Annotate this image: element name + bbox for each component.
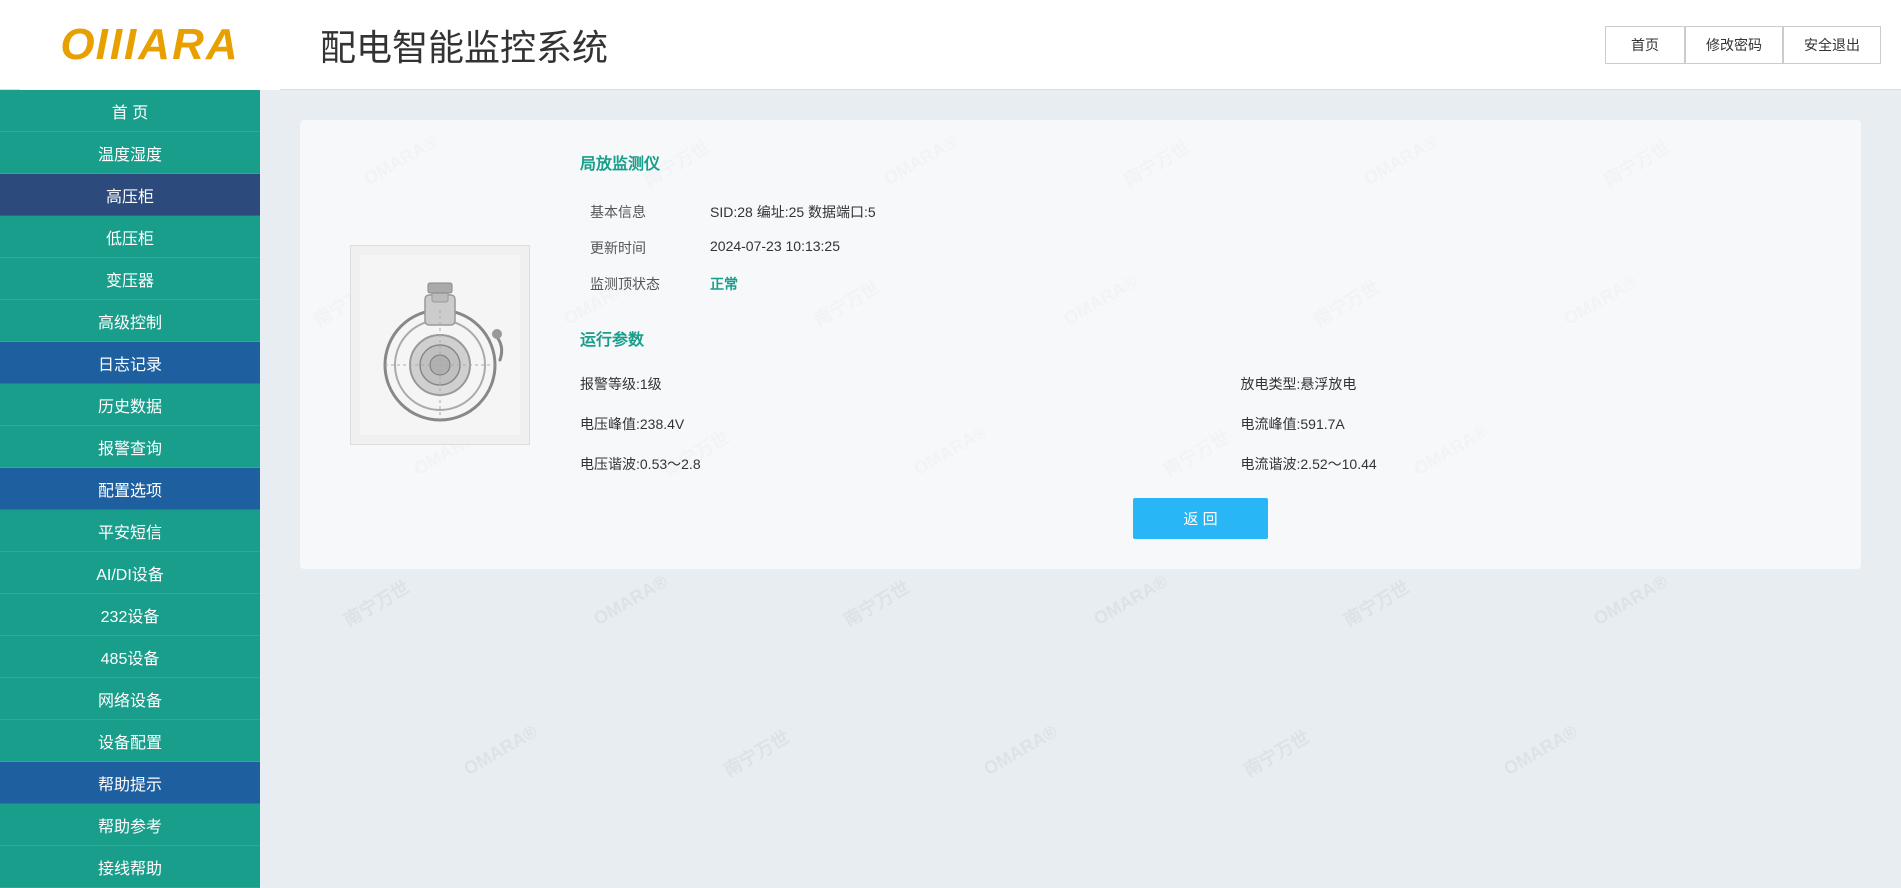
sidebar-item-history-data[interactable]: 历史数据 xyxy=(0,384,260,426)
sidebar-item-lv-cabinet[interactable]: 低压柜 xyxy=(0,216,260,258)
body-container: 首 页 温度湿度 高压柜 低压柜 变压器 高级控制 日志记录 历史数据 报警查询… xyxy=(0,90,1901,888)
header-buttons: 首页 修改密码 安全退出 xyxy=(1605,26,1881,64)
basic-info-value: SID:28 编址:25 数据端口:5 xyxy=(700,194,1821,230)
sidebar-item-device-config[interactable]: 设备配置 xyxy=(0,720,260,762)
sidebar-item-home[interactable]: 首 页 xyxy=(0,90,260,132)
basic-info-row: 基本信息 SID:28 编址:25 数据端口:5 xyxy=(580,194,1821,230)
param-current-peak: 电流峰值:591.7A xyxy=(1241,410,1822,438)
sidebar-item-network-device[interactable]: 网络设备 xyxy=(0,678,260,720)
home-button[interactable]: 首页 xyxy=(1605,26,1685,64)
update-time-row: 更新时间 2024-07-23 10:13:25 xyxy=(580,230,1821,266)
monitor-status-row: 监测顶状态 正常 xyxy=(580,266,1821,302)
status-badge: 正常 xyxy=(710,276,738,292)
logout-button[interactable]: 安全退出 xyxy=(1783,26,1881,64)
sidebar-item-help-tips[interactable]: 帮助提示 xyxy=(0,762,260,804)
basic-info-table: 基本信息 SID:28 编址:25 数据端口:5 更新时间 2024-07-23… xyxy=(580,194,1821,302)
params-section: 运行参数 报警等级:1级 放电类型:悬浮放电 电压峰值:238.4V 电流峰值:… xyxy=(580,326,1821,478)
device-section-title: 局放监测仪 xyxy=(580,150,1821,178)
sidebar-item-rs232-device[interactable]: 232设备 xyxy=(0,594,260,636)
param-voltage-peak: 电压峰值:238.4V xyxy=(580,410,1161,438)
update-time-value: 2024-07-23 10:13:25 xyxy=(700,230,1821,266)
page-title: 配电智能监控系统 xyxy=(280,19,1605,71)
sidebar-item-aidi-device[interactable]: AI/DI设备 xyxy=(0,552,260,594)
back-button[interactable]: 返 回 xyxy=(1133,498,1267,539)
sidebar-item-wiring-help[interactable]: 接线帮助 xyxy=(0,846,260,888)
param-voltage-harmonic: 电压谐波:0.53～2.8 xyxy=(580,450,1161,478)
sidebar-item-advanced-control[interactable]: 高级控制 xyxy=(0,300,260,342)
logo: OIIIARA xyxy=(60,20,239,70)
param-alarm-level: 报警等级:1级 xyxy=(580,370,1161,398)
change-pwd-button[interactable]: 修改密码 xyxy=(1685,26,1783,64)
device-image-area xyxy=(340,150,540,539)
sidebar-item-transformer[interactable]: 变压器 xyxy=(0,258,260,300)
sidebar-item-hv-cabinet[interactable]: 高压柜 xyxy=(0,174,260,216)
device-image xyxy=(350,245,530,445)
params-title: 运行参数 xyxy=(580,326,1821,354)
sidebar: 首 页 温度湿度 高压柜 低压柜 变压器 高级控制 日志记录 历史数据 报警查询… xyxy=(0,90,260,888)
sidebar-item-alarm-query[interactable]: 报警查询 xyxy=(0,426,260,468)
sidebar-item-config-options[interactable]: 配置选项 xyxy=(0,468,260,510)
monitor-status-label: 监测顶状态 xyxy=(580,266,700,302)
logo-area: OIIIARA xyxy=(20,0,280,90)
main-content: OMARA® 南宁万世 OMARA® 南宁万世 OMARA® 南宁万世 南宁万世… xyxy=(260,90,1901,888)
sensor-svg xyxy=(360,255,520,435)
param-discharge-type: 放电类型:悬浮放电 xyxy=(1241,370,1822,398)
params-grid: 报警等级:1级 放电类型:悬浮放电 电压峰值:238.4V 电流峰值:591.7… xyxy=(580,370,1821,478)
param-current-harmonic: 电流谐波:2.52～10.44 xyxy=(1241,450,1822,478)
update-time-label: 更新时间 xyxy=(580,230,700,266)
sidebar-item-sms[interactable]: 平安短信 xyxy=(0,510,260,552)
sidebar-item-help-ref[interactable]: 帮助参考 xyxy=(0,804,260,846)
header: OIIIARA 配电智能监控系统 首页 修改密码 安全退出 xyxy=(0,0,1901,90)
monitor-status-value: 正常 xyxy=(700,266,1821,302)
back-btn-area: 返 回 xyxy=(580,498,1821,539)
device-info: 局放监测仪 基本信息 SID:28 编址:25 数据端口:5 更新时间 2024… xyxy=(580,150,1821,539)
device-card: 局放监测仪 基本信息 SID:28 编址:25 数据端口:5 更新时间 2024… xyxy=(300,120,1861,569)
sidebar-item-log-record[interactable]: 日志记录 xyxy=(0,342,260,384)
sidebar-item-rs485-device[interactable]: 485设备 xyxy=(0,636,260,678)
basic-info-label: 基本信息 xyxy=(580,194,700,230)
sidebar-item-temp-humidity[interactable]: 温度湿度 xyxy=(0,132,260,174)
